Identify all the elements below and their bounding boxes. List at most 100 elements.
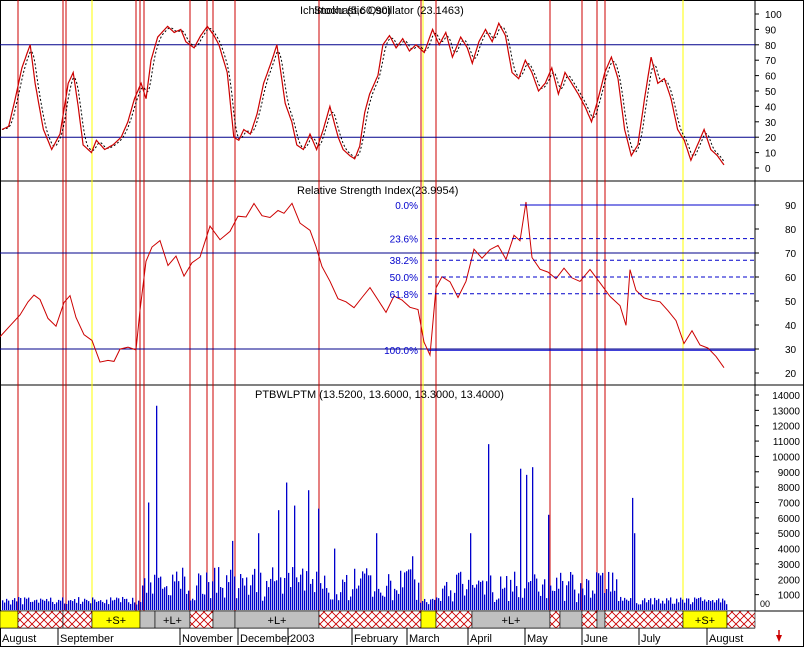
- volume-bar: [266, 580, 268, 610]
- rsi-panel: 0.0% 23.6% 38.2% 50.0% 61.8% 100.0%: [0, 201, 755, 368]
- rsi-tick-label: 40: [785, 321, 797, 332]
- fib-level-label: 50.0%: [390, 273, 418, 284]
- volume-bar: [22, 604, 24, 610]
- volume-bar: [324, 575, 326, 610]
- volume-bar: [14, 598, 16, 610]
- volume-bar: [60, 600, 62, 610]
- volume-bar: [484, 594, 486, 610]
- volume-bar: [32, 601, 34, 610]
- volume-bar: [206, 572, 208, 610]
- volume-bar: [346, 574, 348, 610]
- volume-bar: [464, 595, 466, 610]
- volume-tick-label: 13000: [772, 406, 800, 417]
- volume-bar: [182, 567, 184, 610]
- volume-bar: [608, 571, 610, 610]
- volume-bar: [80, 603, 82, 610]
- stochastic-tick-label: 40: [765, 102, 777, 113]
- signal-band: [559, 610, 583, 629]
- stochastic-tick-label: 80: [765, 41, 777, 52]
- rsi-tick-label: 20: [785, 369, 797, 380]
- volume-bar: [230, 569, 232, 610]
- volume-bar: [292, 567, 294, 610]
- x-axis-label: 2003: [290, 633, 314, 645]
- volume-bar: [144, 578, 146, 610]
- volume-bar: [116, 597, 118, 610]
- volume-bar: [690, 604, 692, 610]
- volume-bar: [500, 576, 502, 610]
- volume-bar: [470, 533, 472, 610]
- volume-bar: [634, 533, 636, 610]
- volume-bar: [338, 600, 340, 610]
- volume-bar: [496, 599, 498, 610]
- volume-bar: [490, 575, 492, 610]
- volume-bar: [682, 599, 684, 610]
- volume-bar: [48, 601, 50, 610]
- volume-bar: [722, 598, 724, 610]
- volume-bar: [114, 599, 116, 610]
- volume-bar: [82, 601, 84, 610]
- volume-bar: [304, 590, 306, 610]
- volume-bar: [66, 603, 68, 610]
- stochastic-tick-label: 20: [765, 133, 777, 144]
- volume-bar: [310, 583, 312, 610]
- volume-bar: [170, 595, 172, 610]
- volume-bar: [382, 595, 384, 610]
- volume-bar: [70, 600, 72, 610]
- volume-bar: [312, 579, 314, 610]
- volume-bar: [458, 572, 460, 610]
- volume-bar: [498, 598, 500, 610]
- volume-bar: [418, 582, 420, 610]
- rsi-title: Relative Strength Index(23.9954): [297, 185, 458, 197]
- volume-bar: [708, 600, 710, 610]
- volume-axis-extra: 00: [760, 599, 770, 609]
- volume-bar: [118, 598, 120, 610]
- volume-bar: [40, 598, 42, 610]
- volume-bar: [518, 597, 520, 610]
- volume-bar: [344, 582, 346, 610]
- volume-bar: [610, 591, 612, 610]
- volume-bar: [384, 596, 386, 610]
- volume-bar: [594, 593, 596, 610]
- volume-bar: [572, 574, 574, 610]
- stochastic-tick-label: 90: [765, 25, 777, 36]
- volume-bar: [234, 576, 236, 610]
- stochastic-title: Stochastic Oscillator (23.1463): [314, 5, 464, 17]
- volume-bar: [566, 585, 568, 610]
- volume-bar: [212, 581, 214, 610]
- volume-bar: [416, 599, 418, 610]
- scroll-arrow-icon[interactable]: [776, 630, 782, 642]
- volume-bar: [34, 600, 36, 610]
- volume-bar: [512, 591, 514, 610]
- stochastic-tick-label: 50: [765, 87, 777, 98]
- volume-bar: [692, 602, 694, 610]
- volume-bar: [584, 595, 586, 610]
- volume-bar: [552, 590, 554, 610]
- volume-bar: [616, 579, 618, 610]
- volume-bar: [644, 598, 646, 610]
- volume-bar: [122, 596, 124, 610]
- fib-level-label: 61.8%: [390, 290, 418, 301]
- signal-band-label: +L+: [502, 615, 521, 627]
- volume-bar: [380, 592, 382, 610]
- volume-bar: [8, 600, 10, 610]
- x-axis-labels: August September November December 2003 Febru…: [0, 628, 743, 645]
- signal-band-label: +S+: [106, 615, 126, 627]
- volume-bar: [52, 601, 54, 610]
- x-axis-label: August: [2, 633, 36, 645]
- volume-tick-label: 7000: [778, 499, 801, 510]
- signal-band-label: +L+: [163, 615, 182, 627]
- volume-bar: [598, 573, 600, 610]
- volume-bar: [422, 601, 424, 610]
- volume-bar: [476, 584, 478, 610]
- volume-bar: [76, 602, 78, 610]
- volume-bar: [142, 585, 144, 610]
- volume-bar: [632, 497, 634, 610]
- volume-bar: [478, 580, 480, 610]
- volume-bar: [330, 599, 332, 610]
- volume-bar: [568, 581, 570, 610]
- volume-tick-label: 6000: [778, 514, 801, 525]
- volume-bar: [428, 604, 430, 610]
- volume-tick-label: 4000: [778, 545, 801, 556]
- volume-bar: [284, 577, 286, 610]
- volume-bar: [638, 604, 640, 610]
